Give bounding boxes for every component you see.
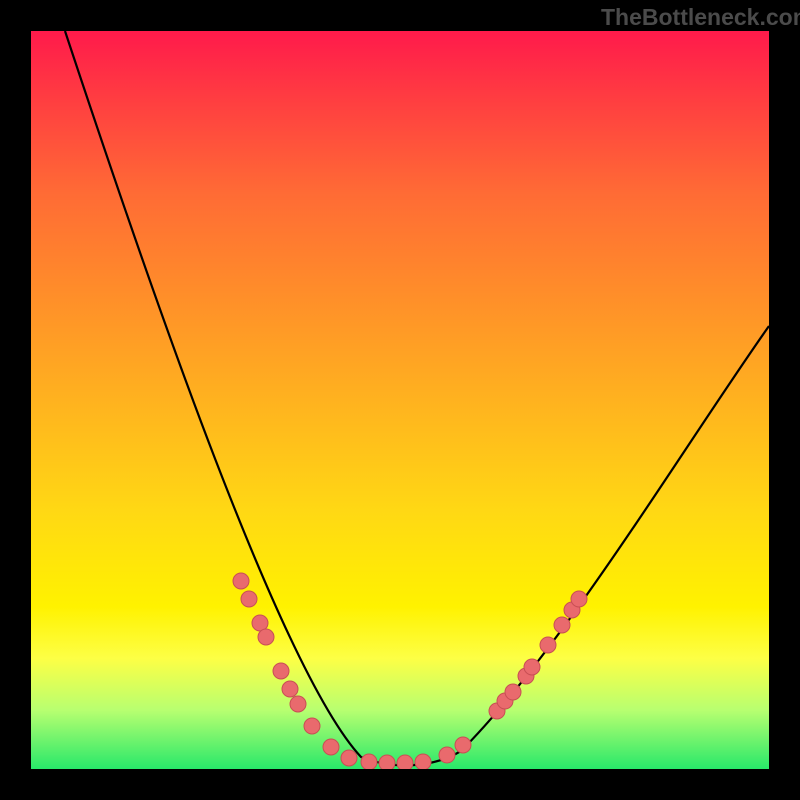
data-point (282, 681, 298, 697)
data-point (571, 591, 587, 607)
chart-svg (31, 31, 769, 769)
data-point (304, 718, 320, 734)
data-point (455, 737, 471, 753)
watermark-text: TheBottleneck.com (601, 4, 800, 31)
data-point (379, 755, 395, 769)
data-point (361, 754, 377, 769)
data-point (241, 591, 257, 607)
data-point (540, 637, 556, 653)
data-point (554, 617, 570, 633)
data-point (273, 663, 289, 679)
data-point (290, 696, 306, 712)
curve-line (65, 31, 769, 765)
data-point (505, 684, 521, 700)
data-point (341, 750, 357, 766)
data-point (397, 755, 413, 769)
data-point (323, 739, 339, 755)
data-point (439, 747, 455, 763)
data-point (258, 629, 274, 645)
marker-group (233, 573, 587, 769)
data-point (415, 754, 431, 769)
chart-plot-area (31, 31, 769, 769)
data-point (524, 659, 540, 675)
data-point (233, 573, 249, 589)
